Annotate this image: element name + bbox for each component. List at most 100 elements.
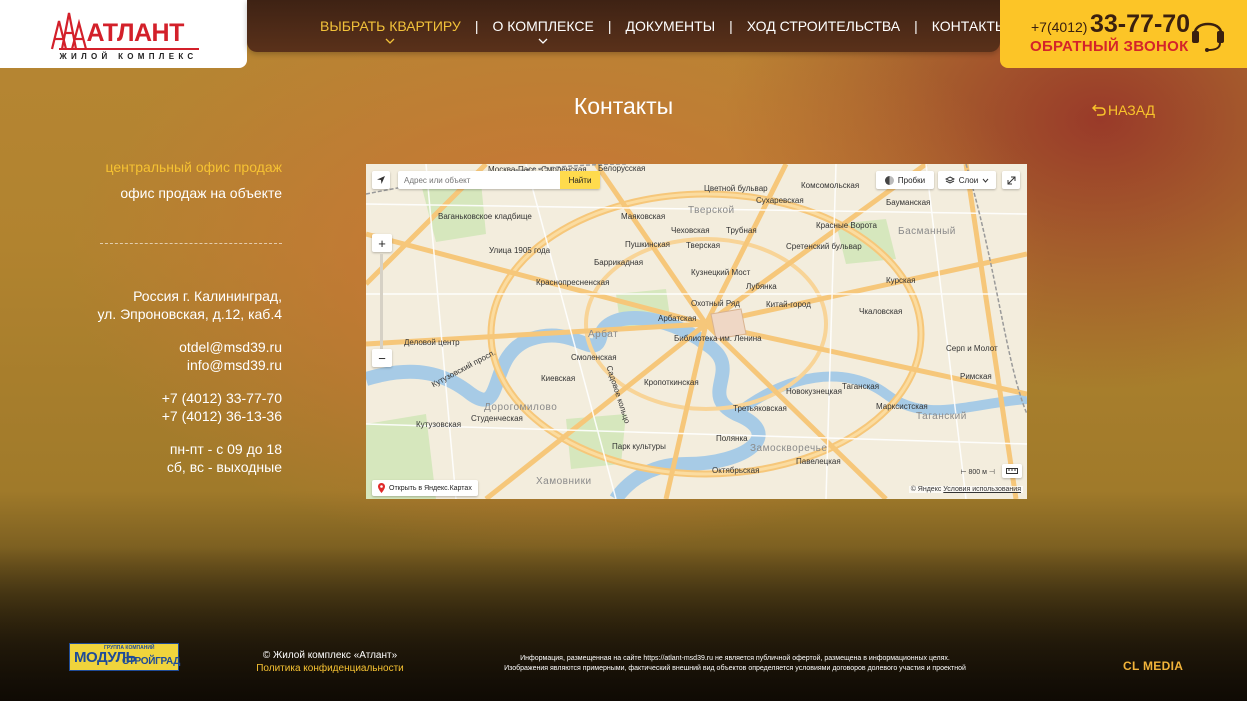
chevron-down-icon <box>385 38 395 44</box>
layers-button[interactable]: Слои <box>938 171 996 189</box>
map-label: Маяковская <box>621 212 666 221</box>
ruler-button[interactable] <box>1002 464 1022 478</box>
map-label: Ваганьковское кладбище <box>438 212 532 221</box>
partner-name-2: СТРОЙГРАД <box>122 656 181 667</box>
hours-line: сб, вс - выходные <box>166 459 282 475</box>
work-hours: пн-пт - с 09 до 18 сб, вс - выходные <box>60 440 282 476</box>
privacy-policy-link[interactable]: Политика конфиденциальности <box>230 662 430 675</box>
phone-number[interactable]: 33-77-70 <box>1090 10 1190 39</box>
map-label: Марксистская <box>876 402 928 411</box>
headset-icon[interactable] <box>1190 13 1226 53</box>
expand-icon <box>1007 176 1015 184</box>
contact-info: Россия г. Калининград, ул. Эпроновская, … <box>60 287 282 491</box>
yandex-copyright: © Яндекс <box>910 486 942 493</box>
map-label: Чеховская <box>671 226 710 235</box>
zoom-out-button[interactable]: − <box>372 349 392 367</box>
locate-icon <box>377 176 385 184</box>
map-label: Трубная <box>726 226 757 235</box>
main-nav: ВЫБРАТЬ КВАРТИРУ | О КОМПЛЕКСЕ | ДОКУМЕН… <box>320 18 1008 44</box>
phone-link[interactable]: +7 (4012) 33-77-70 <box>162 390 282 406</box>
map-label: Белорусская <box>598 164 646 173</box>
phone-link[interactable]: +7 (4012) 36-13-36 <box>162 408 282 424</box>
map-copyright: © Яндекс Условия использования <box>908 486 1023 493</box>
phones: +7 (4012) 33-77-70 +7 (4012) 36-13-36 <box>60 389 282 425</box>
nav-item-label: ВЫБРАТЬ КВАРТИРУ <box>320 18 461 34</box>
traffic-label: Пробки <box>897 175 926 185</box>
logo-link[interactable]: АТЛАНТ ЖИЛОЙ КОМПЛЕКС <box>0 0 247 68</box>
map-terms-link[interactable]: Условия использования <box>943 486 1021 493</box>
map-label: Тверская <box>686 241 721 250</box>
map-label: Чкаловская <box>859 307 903 316</box>
geolocation-button[interactable] <box>372 171 390 189</box>
map-label: Третьяковская <box>733 404 787 413</box>
email-link[interactable]: info@msd39.ru <box>187 357 282 373</box>
nav-separator: | <box>914 18 918 34</box>
map-label: Улица 1905 года <box>489 246 551 255</box>
chevron-down-icon <box>982 178 989 183</box>
map-pin-icon <box>378 483 385 493</box>
logo: АТЛАНТ ЖИЛОЙ КОМПЛЕКС <box>49 9 199 61</box>
map-search-input[interactable] <box>398 171 560 189</box>
traffic-button[interactable]: Пробки <box>876 171 934 189</box>
footer-disclaimer: Информация, размещенная на сайте https:/… <box>470 654 1000 673</box>
nav-item-documents[interactable]: ДОКУМЕНТЫ <box>625 18 715 34</box>
map-widget[interactable]: Тверской Басманный Арбат Дорогомилово За… <box>366 164 1027 499</box>
email-link[interactable]: otdel@msd39.ru <box>179 339 282 355</box>
open-in-yandex-maps[interactable]: Открыть в Яндекс.Картах <box>372 480 478 496</box>
map-label: Курская <box>886 276 916 285</box>
page-title: Контакты <box>573 93 674 119</box>
map-district-label: Таганский <box>916 411 967 422</box>
zoom-in-button[interactable]: + <box>372 234 392 252</box>
back-label: НАЗАД <box>1108 102 1156 118</box>
nav-item-contacts[interactable]: КОНТАКТЫ <box>932 18 1008 34</box>
nav-item-choose-apartment[interactable]: ВЫБРАТЬ КВАРТИРУ <box>320 18 461 44</box>
address: Россия г. Калининград, ул. Эпроновская, … <box>60 287 282 323</box>
hours-line: пн-пт - с 09 до 18 <box>169 441 282 457</box>
footer-copyright: © Жилой комплекс «Атлант» Политика конфи… <box>230 649 430 675</box>
nav-item-about[interactable]: О КОМПЛЕКСЕ <box>492 18 594 44</box>
office-tab-site[interactable]: офис продаж на объекте <box>60 185 282 201</box>
map-label: Красные Ворота <box>816 221 877 230</box>
ruler-icon <box>1006 468 1018 474</box>
map-label: Серп и Молот <box>946 344 998 353</box>
map-label: Краснопресненская <box>536 278 610 287</box>
fullscreen-button[interactable] <box>1002 171 1020 189</box>
office-tab-central[interactable]: центральный офис продаж <box>60 159 282 175</box>
back-link[interactable]: НАЗАД <box>1092 102 1155 118</box>
map-label: Павелецкая <box>796 457 841 466</box>
map-search: Найти <box>398 171 600 189</box>
nav-separator: | <box>729 18 733 34</box>
nav-item-label: О КОМПЛЕКСЕ <box>492 18 594 34</box>
phone-prefix: +7(4012) <box>1031 19 1088 35</box>
partner-logo[interactable]: ГРУППА КОМПАНИЙ МОДУЛЬ СТРОЙГРАД <box>69 643 181 671</box>
map-label: Римская <box>960 372 992 381</box>
nav-item-construction[interactable]: ХОД СТРОИТЕЛЬСТВА <box>747 18 900 34</box>
nav-item-label: ДОКУМЕНТЫ <box>625 18 716 34</box>
map-label: Библиотека им. Ленина <box>674 334 762 343</box>
map-label: Деловой центр <box>404 338 460 347</box>
disclaimer-line: Изображения являются примерными, фактиче… <box>504 664 966 672</box>
logo-subtitle: ЖИЛОЙ КОМПЛЕКС <box>58 48 199 61</box>
layers-label: Слои <box>958 175 979 185</box>
emails: otdel@msd39.ru info@msd39.ru <box>60 338 282 374</box>
map-label: Китай-город <box>766 300 811 309</box>
map-label: Киевская <box>541 374 576 383</box>
map-district-label: Тверской <box>688 205 735 216</box>
callback-button[interactable]: ОБРАТНЫЙ ЗВОНОК <box>1030 38 1189 55</box>
zoom-slider[interactable] <box>380 254 383 350</box>
map-label: Парк культуры <box>612 442 666 451</box>
map-label: Кропоткинская <box>644 378 699 387</box>
map-district-label: Дорогомилово <box>484 402 558 413</box>
scale-label: 800 м <box>968 469 987 476</box>
chevron-down-icon <box>538 38 548 44</box>
traffic-icon <box>884 175 894 185</box>
address-line: ул. Эпроновская, д.12, каб.4 <box>97 306 282 322</box>
map-label: Таганская <box>842 382 880 391</box>
map-label: Студенческая <box>471 414 523 423</box>
building-icon <box>50 12 87 50</box>
developer-link[interactable]: CL MEDIA <box>1123 659 1183 673</box>
map-label: Охотный Ряд <box>691 299 740 308</box>
map-label: Арбатская <box>658 314 697 323</box>
map-find-button[interactable]: Найти <box>560 171 600 189</box>
map-label: Комсомольская <box>801 181 860 190</box>
